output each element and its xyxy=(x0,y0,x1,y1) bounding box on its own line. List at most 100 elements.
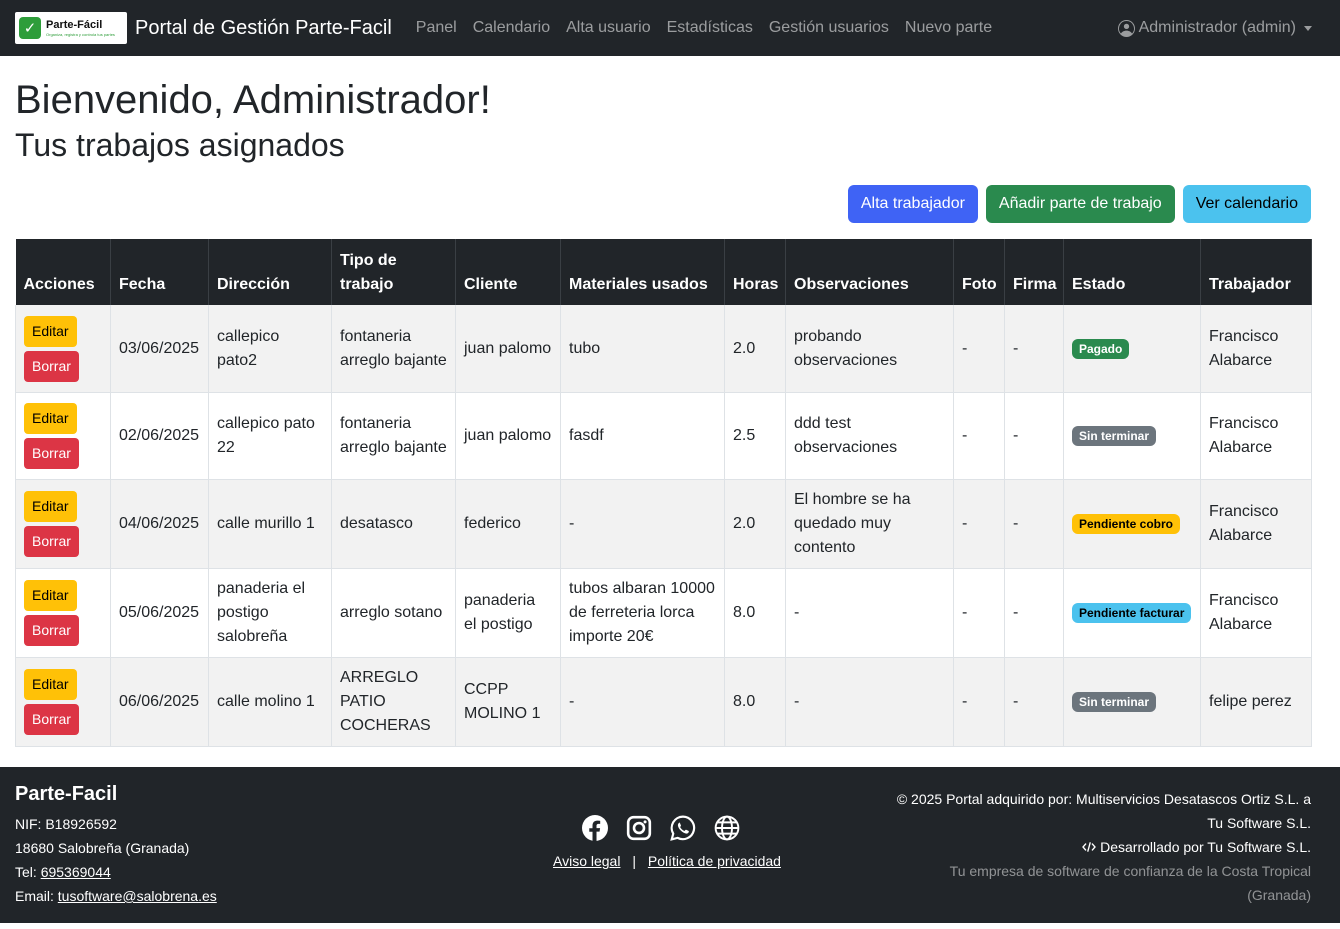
brand-title[interactable]: Portal de Gestión Parte-Facil xyxy=(135,17,392,40)
cell-horas: 2.0 xyxy=(724,479,786,569)
link-separator: | xyxy=(632,853,636,869)
cell-horas: 8.0 xyxy=(724,657,786,747)
col-header-horas: Horas xyxy=(724,239,786,306)
edit-button[interactable]: Editar xyxy=(24,315,77,347)
nav-link-estadisticas[interactable]: Estadísticas xyxy=(659,19,761,37)
cell-firma: - xyxy=(1004,305,1064,393)
nav-link-calendario[interactable]: Calendario xyxy=(465,19,558,37)
add-parte-button[interactable]: Añadir parte de trabajo xyxy=(985,185,1175,224)
ver-calendario-button[interactable]: Ver calendario xyxy=(1182,185,1311,224)
email-link[interactable]: tusoftware@salobrena.es xyxy=(58,888,217,904)
cell-estado: Sin terminar xyxy=(1063,392,1201,480)
cell-tipo: fontaneria arreglo bajante xyxy=(331,392,456,480)
user-name: Administrador (admin) xyxy=(1138,19,1296,36)
cell-trabajador: Francisco Alabarce xyxy=(1200,479,1312,569)
cell-materiales: fasdf xyxy=(560,392,725,480)
instagram-icon[interactable] xyxy=(626,815,652,841)
cell-trabajador: felipe perez xyxy=(1200,657,1312,747)
cell-horas: 8.0 xyxy=(724,568,786,658)
col-header-acciones: Acciones xyxy=(15,239,111,306)
cell-direccion: panaderia el postigo salobreña xyxy=(208,568,332,658)
cell-cliente: juan palomo xyxy=(455,392,561,480)
cell-acciones: Editar Borrar xyxy=(15,657,111,747)
edit-button[interactable]: Editar xyxy=(24,579,77,611)
phone-link[interactable]: 695369044 xyxy=(41,864,111,880)
table-body: Editar Borrar 03/06/2025 callepico pato2 fon… xyxy=(15,305,1312,747)
cell-direccion: callepico pato 22 xyxy=(208,392,332,480)
cell-cliente: panaderia el postigo xyxy=(455,568,561,658)
footer-company-name: Parte-Facil xyxy=(15,783,118,805)
table-row: Editar Borrar 04/06/2025 calle murillo 1 des… xyxy=(15,479,1312,569)
edit-button[interactable]: Editar xyxy=(24,490,77,522)
footer-company-info: Parte-Facil NIF: B18926592 18680 Salobre… xyxy=(15,783,217,908)
page-title: Bienvenido, Administrador! xyxy=(15,78,491,122)
status-badge: Pagado xyxy=(1072,338,1130,359)
footer-address: 18680 Salobreña (Granada) xyxy=(15,840,190,856)
cell-cliente: federico xyxy=(455,479,561,569)
nav-links: Panel Calendario Alta usuario Estadístic… xyxy=(408,19,1000,37)
toolbar: Alta trabajador Añadir parte de trabajo … xyxy=(15,185,1325,224)
cell-fecha: 03/06/2025 xyxy=(110,305,209,393)
delete-button[interactable]: Borrar xyxy=(24,437,79,469)
table-row: Editar Borrar 05/06/2025 panaderia el posti… xyxy=(15,568,1312,658)
col-header-cliente: Cliente xyxy=(455,239,561,306)
table-row: Editar Borrar 02/06/2025 callepico pato 22 f… xyxy=(15,392,1312,480)
alta-trabajador-button[interactable]: Alta trabajador xyxy=(847,185,978,224)
cell-tipo: desatasco xyxy=(331,479,456,569)
col-header-direccion: Dirección xyxy=(208,239,332,306)
nav-link-nuevo-parte[interactable]: Nuevo parte xyxy=(897,19,1000,37)
logo-tagline: Organiza, registra y controla tus partes xyxy=(46,31,115,37)
delete-button[interactable]: Borrar xyxy=(24,703,79,735)
delete-button[interactable]: Borrar xyxy=(24,614,79,646)
cell-foto: - xyxy=(953,479,1005,569)
cell-estado: Pagado xyxy=(1063,305,1201,393)
cell-fecha: 04/06/2025 xyxy=(110,479,209,569)
col-header-observaciones: Observaciones xyxy=(785,239,954,306)
cell-foto: - xyxy=(953,657,1005,747)
col-header-tipo: Tipo de trabajo xyxy=(331,239,456,306)
cell-acciones: Editar Borrar xyxy=(15,305,111,393)
navbar: ✓ Parte-Fácil Organiza, registra y contr… xyxy=(0,0,1340,56)
col-header-materiales: Materiales usados xyxy=(560,239,725,306)
cell-observaciones: El hombre se ha quedado muy contento xyxy=(785,479,954,569)
footer-email: Email: tusoftware@salobrena.es xyxy=(15,888,217,904)
cell-observaciones: ddd test observaciones xyxy=(785,392,954,480)
cell-materiales: - xyxy=(560,657,725,747)
cell-foto: - xyxy=(953,568,1005,658)
delete-button[interactable]: Borrar xyxy=(24,525,79,557)
aviso-legal-link[interactable]: Aviso legal xyxy=(553,853,620,869)
cell-horas: 2.0 xyxy=(724,305,786,393)
cell-observaciones: - xyxy=(785,568,954,658)
user-menu[interactable]: Administrador (admin) xyxy=(1117,19,1325,37)
col-header-foto: Foto xyxy=(953,239,1005,306)
check-icon: ✓ xyxy=(19,17,41,39)
col-header-trabajador: Trabajador xyxy=(1200,239,1312,306)
nav-link-gestion-usuarios[interactable]: Gestión usuarios xyxy=(761,19,897,37)
chevron-down-icon xyxy=(1304,25,1312,31)
cell-trabajador: Francisco Alabarce xyxy=(1200,568,1312,658)
privacidad-link[interactable]: Política de privacidad xyxy=(648,853,781,869)
brand-logo[interactable]: ✓ Parte-Fácil Organiza, registra y contr… xyxy=(15,12,127,44)
cell-tipo: ARREGLO PATIO COCHERAS xyxy=(331,657,456,747)
edit-button[interactable]: Editar xyxy=(24,668,77,700)
delete-button[interactable]: Borrar xyxy=(24,350,79,382)
cell-horas: 2.5 xyxy=(724,392,786,480)
cell-direccion: calle molino 1 xyxy=(208,657,332,747)
cell-materiales: - xyxy=(560,479,725,569)
status-badge: Pendiente facturar xyxy=(1072,602,1192,623)
nav-link-alta-usuario[interactable]: Alta usuario xyxy=(558,19,659,37)
cell-acciones: Editar Borrar xyxy=(15,479,111,569)
whatsapp-icon[interactable] xyxy=(669,815,696,841)
cell-direccion: callepico pato2 xyxy=(208,305,332,393)
facebook-icon[interactable] xyxy=(581,815,608,841)
nav-link-panel[interactable]: Panel xyxy=(408,19,465,37)
cell-firma: - xyxy=(1004,657,1064,747)
cell-direccion: calle murillo 1 xyxy=(208,479,332,569)
col-header-fecha: Fecha xyxy=(110,239,209,306)
cell-firma: - xyxy=(1004,392,1064,480)
cell-tipo: arreglo sotano xyxy=(331,568,456,658)
cell-observaciones: - xyxy=(785,657,954,747)
edit-button[interactable]: Editar xyxy=(24,402,77,434)
page-subtitle: Tus trabajos asignados xyxy=(15,127,345,163)
globe-icon[interactable] xyxy=(714,815,740,841)
